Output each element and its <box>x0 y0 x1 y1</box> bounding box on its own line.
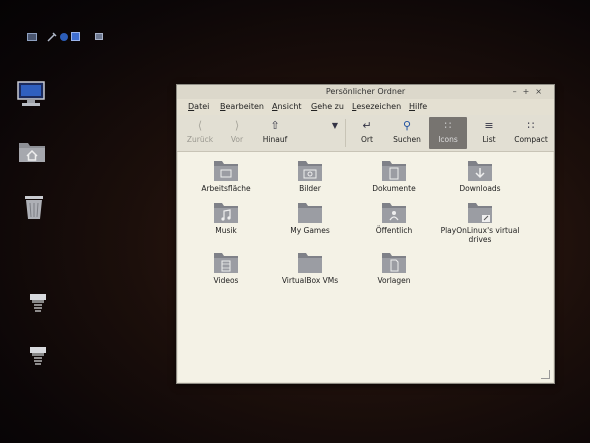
view-list-button[interactable]: ≡ List <box>473 117 505 149</box>
folder-dokumente[interactable]: Dokumente <box>349 158 439 193</box>
menu-label: ilfe <box>415 102 428 111</box>
menu-label: nsicht <box>277 102 302 111</box>
menu-label: ehe zu <box>317 102 344 111</box>
window-icon[interactable] <box>27 33 37 41</box>
view-icons-button[interactable]: ∷ Icons <box>429 117 467 149</box>
file-label: Vorlagen <box>377 276 411 285</box>
folder-vorlagen[interactable]: Vorlagen <box>349 250 439 285</box>
file-label: Arbeitsfläche <box>201 184 251 193</box>
file-manager-window: Persönlicher Ordner –+× Datei Bearbeiten… <box>176 84 555 384</box>
trash-icon[interactable] <box>22 193 46 221</box>
computer-icon[interactable] <box>16 80 46 108</box>
drive-icon[interactable] <box>28 292 48 316</box>
app-icon[interactable] <box>59 32 69 42</box>
menu-label: esezeichen <box>356 102 402 111</box>
forward-button[interactable]: ⟩ Vor <box>221 117 253 149</box>
search-button[interactable]: ⚲ Suchen <box>390 117 424 149</box>
up-button[interactable]: ⇧ Hinauf <box>257 117 293 149</box>
minimize-button[interactable]: – <box>513 87 523 96</box>
document-folder-icon <box>382 161 406 181</box>
location-label: Ort <box>361 135 373 144</box>
folder-musik[interactable]: Musik <box>181 200 271 235</box>
tool-icon[interactable] <box>47 32 57 42</box>
close-button[interactable]: × <box>535 87 548 96</box>
view-compact-label: Compact <box>514 135 548 144</box>
file-label: Öffentlich <box>375 226 413 235</box>
drive-icon-2[interactable] <box>28 345 48 369</box>
back-label: Zurück <box>186 135 214 144</box>
folder-icon <box>298 203 322 223</box>
file-label: Dokumente <box>372 184 416 193</box>
download-folder-icon <box>468 161 492 181</box>
arrow-right-icon: ⟩ <box>234 119 240 132</box>
window-controls: –+× <box>513 87 548 96</box>
window-title: Persönlicher Ordner <box>325 87 406 96</box>
folder-playonlinux-drives[interactable]: PlayOnLinux's virtual drives <box>435 200 525 244</box>
maximize-button[interactable]: + <box>523 87 536 96</box>
film-folder-icon <box>214 253 238 273</box>
title-bar[interactable]: Persönlicher Ordner –+× <box>177 85 554 99</box>
folder-downloads[interactable]: Downloads <box>435 158 525 193</box>
back-button[interactable]: ⟨ Zurück <box>183 117 217 149</box>
folder-icon <box>298 253 322 273</box>
top-taskbar <box>0 28 200 46</box>
grid-icon: ∷ <box>444 119 452 132</box>
resize-grip[interactable] <box>541 370 550 379</box>
view-compact-button[interactable]: ∷ Compact <box>511 117 551 149</box>
forward-label: Vor <box>230 135 244 144</box>
file-label: Downloads <box>459 184 501 193</box>
folder-bilder[interactable]: Bilder <box>265 158 355 193</box>
toolbar: ⟨ Zurück ⟩ Vor ⇧ Hinauf ▼ ↵ Ort ⚲ Suchen… <box>177 115 554 152</box>
menu-label: atei <box>194 102 210 111</box>
home-folder-icon[interactable] <box>18 139 46 163</box>
camera-folder-icon <box>298 161 322 181</box>
share-folder-icon <box>382 203 406 223</box>
up-dropdown-button[interactable]: ▼ <box>330 117 340 149</box>
folder-oeffentlich[interactable]: Öffentlich <box>349 200 439 235</box>
compact-icon: ∷ <box>527 119 535 132</box>
menu-lesezeichen[interactable]: Lesezeichen <box>352 102 401 111</box>
menu-datei[interactable]: Datei <box>188 102 209 111</box>
menu-bearbeiten[interactable]: Bearbeiten <box>220 102 264 111</box>
folder-arbeitsflaeche[interactable]: Arbeitsfläche <box>181 158 271 193</box>
folder-my-games[interactable]: My Games <box>265 200 355 235</box>
folder-virtualbox-vms[interactable]: VirtualBox VMs <box>265 250 355 285</box>
taskbar-window-icon[interactable] <box>95 33 104 41</box>
file-label: My Games <box>290 226 330 235</box>
menu-gehe-zu[interactable]: Gehe zu <box>311 102 344 111</box>
view-list-label: List <box>482 135 496 144</box>
menu-label: earbeiten <box>225 102 264 111</box>
template-folder-icon <box>382 253 406 273</box>
toolbar-separator <box>345 119 346 147</box>
view-icons-label: Icons <box>438 135 458 144</box>
file-label: Bilder <box>299 184 321 193</box>
file-label: PlayOnLinux's virtual drives <box>440 226 520 244</box>
menu-hilfe[interactable]: Hilfe <box>409 102 427 111</box>
file-view[interactable]: Arbeitsfläche Bilder Dokumente Downloads… <box>178 152 553 382</box>
chevron-down-icon: ▼ <box>331 121 339 130</box>
location-button[interactable]: ↵ Ort <box>352 117 382 149</box>
up-label: Hinauf <box>262 135 288 144</box>
menu-ansicht[interactable]: Ansicht <box>272 102 302 111</box>
file-label: Musik <box>215 226 237 235</box>
music-folder-icon <box>214 203 238 223</box>
arrow-left-icon: ⟨ <box>197 119 203 132</box>
location-icon: ↵ <box>362 119 372 132</box>
file-label: VirtualBox VMs <box>281 276 339 285</box>
checkbox-icon[interactable] <box>71 32 81 42</box>
list-icon: ≡ <box>484 119 494 132</box>
desktop-folder-icon <box>214 161 238 181</box>
menu-bar: Datei Bearbeiten Ansicht Gehe zu Lesezei… <box>177 99 554 115</box>
arrow-up-icon: ⇧ <box>270 119 280 132</box>
magnifier-icon: ⚲ <box>402 119 412 132</box>
symlink-folder-icon <box>468 203 492 223</box>
file-label: Videos <box>213 276 239 285</box>
search-label: Suchen <box>393 135 421 144</box>
folder-videos[interactable]: Videos <box>181 250 271 285</box>
